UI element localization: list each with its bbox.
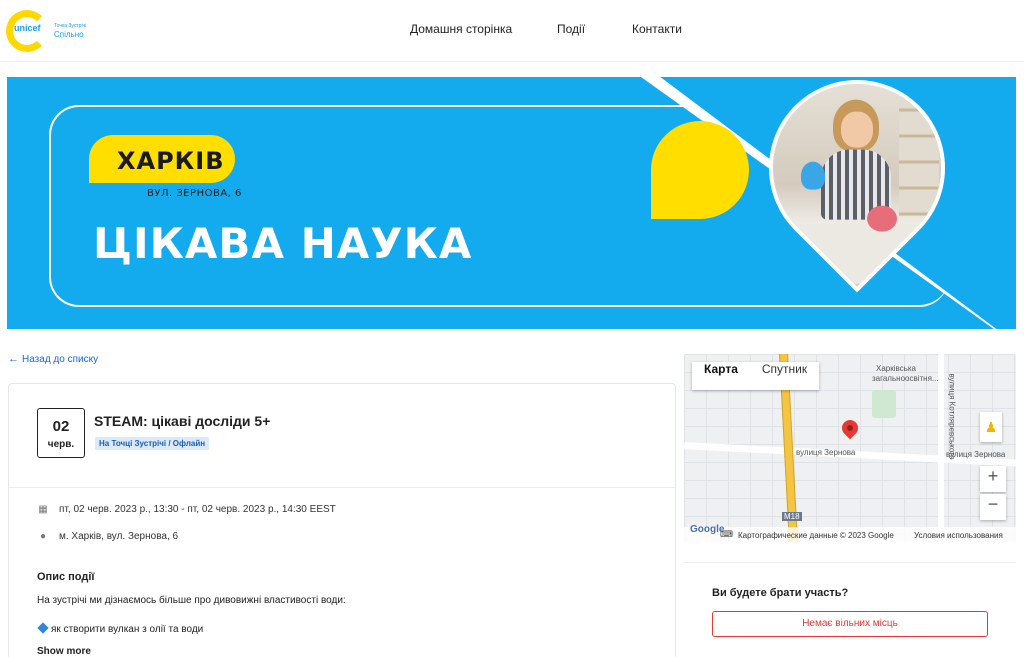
participation-question: Ви будете брати участь? [712,587,849,599]
event-card: 02 черв. STEAM: цікаві досліди 5+ На Точ… [8,383,676,657]
event-title: STEAM: цікаві досліди 5+ [94,413,271,429]
back-link-label: Назад до списку [22,354,99,365]
nav-contacts[interactable]: Контакти [632,22,682,36]
description-text: На зустрічі ми дізнаємось більше про див… [37,595,346,606]
street-view-pegman-icon[interactable]: ♟ [980,412,1002,442]
event-tag: На Точці Зустрічі / Офлайн [95,437,210,450]
map-road-badge: M18 [782,512,802,521]
show-more-button[interactable]: Show more [37,646,91,657]
blue-diamond-icon [37,622,49,634]
map-road-vertical [938,354,944,542]
keyboard-shortcuts-icon[interactable]: ⌨ [720,530,733,540]
description-bullet-text: як створити вулкан з олії та води [51,624,204,635]
location-pin-icon: ● [39,531,47,542]
map-tab-map[interactable]: Карта [692,362,750,390]
map-copyright: Картографические данные © 2023 Google [738,531,894,540]
map-park [872,390,896,418]
banner-city: ХАРКІВ [117,147,225,175]
yellow-drop-shape [651,121,749,219]
map-zoom-out-button[interactable]: − [980,494,1006,520]
banner-title: ЦІКАВА НАУКА [93,219,473,268]
divider [9,487,675,488]
map-zoom-in-button[interactable]: + [980,466,1006,492]
event-datetime: пт, 02 черв. 2023 р., 13:30 - пт, 02 чер… [59,504,336,515]
map-tab-satellite[interactable]: Спутник [750,362,819,390]
map-label-school-1: Харківська [876,364,916,373]
back-to-list-link[interactable]: ← Назад до списку [8,353,98,365]
event-banner: ХАРКІВ ВУЛ. ЗЕРНОВА, 6 ЦІКАВА НАУКА [7,77,1016,329]
description-bullet: як створити вулкан з олії та води [37,622,204,635]
no-seats-button[interactable]: Немає вільних місць [712,611,988,637]
arrow-left-icon: ← [8,353,19,365]
main-nav: Домашня сторінка Події Контакти [0,22,1024,40]
event-location: м. Харків, вул. Зернова, 6 [59,531,179,542]
map-label-street-vertical: вулиця Котляревського [947,373,957,460]
site-header: unicef Точка Зустрічі Спільно Домашня ст… [0,0,1024,62]
date-box: 02 черв. [37,408,85,458]
calendar-icon: ▦ [38,504,48,515]
map-label-school-2: загальноосвітня... [872,374,939,383]
map-type-tabs: Карта Спутник [692,362,820,390]
description-title: Опис події [37,571,95,583]
date-month: черв. [47,439,75,450]
nav-events[interactable]: Події [557,22,585,36]
nav-home[interactable]: Домашня сторінка [410,22,512,36]
map-terms-link[interactable]: Условия использования [914,531,1003,540]
map-label-street-1: вулиця Зернова [796,448,856,457]
event-location-row: ● м. Харків, вул. Зернова, 6 [37,531,178,542]
event-datetime-row: ▦ пт, 02 черв. 2023 р., 13:30 - пт, 02 че… [37,504,336,515]
banner-street: ВУЛ. ЗЕРНОВА, 6 [147,188,242,199]
date-day: 02 [52,418,70,435]
participation-panel: Ви будете брати участь? Немає вільних мі… [684,562,1016,657]
event-map[interactable]: Харківська загальноосвітня... вулиця Зер… [684,354,1016,542]
